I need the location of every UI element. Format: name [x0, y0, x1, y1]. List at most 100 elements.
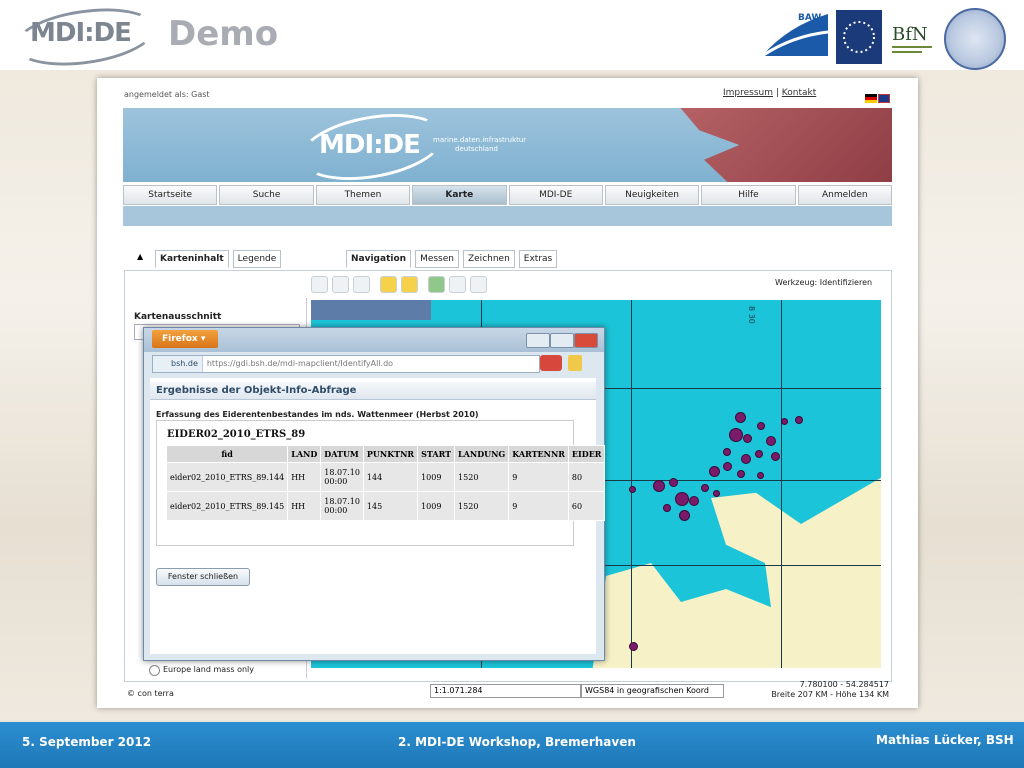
sub-nav-bar [123, 206, 892, 226]
tab-legende[interactable]: Legende [232, 250, 282, 268]
result-box: EIDER02_2010_ETRS_89 fid LAND DATUM PUNK… [156, 420, 606, 546]
popup-titlebar: Firefox ▾ [144, 328, 604, 352]
cell: 145 [362, 491, 419, 521]
nav-startseite[interactable]: Startseite [123, 185, 218, 205]
lightning-icon[interactable] [401, 276, 418, 293]
partner-logos: BAW BfN [758, 6, 1016, 70]
cell: 18.07.10 00:00 [320, 462, 364, 492]
minimize-icon[interactable] [526, 333, 550, 348]
tab-messen[interactable]: Messen [415, 250, 459, 268]
bfn-logo: BfN [892, 24, 932, 53]
tab-karteninhalt[interactable]: Karteninhalt [155, 250, 229, 268]
next-extent-icon[interactable] [470, 276, 487, 293]
bsh-logo [836, 10, 882, 64]
cell: 1520 [454, 491, 510, 521]
layer-subtitle: Erfassung des Eiderentenbestandes im nds… [156, 410, 479, 419]
col-datum: DATUM [320, 445, 364, 463]
nav-hilfe[interactable]: Hilfe [701, 185, 796, 205]
col-punktnr: PUNKTNR [362, 445, 419, 463]
scale-select[interactable]: 1:1.071.284 [430, 684, 581, 698]
globe-icon[interactable] [428, 276, 445, 293]
german-flag-icon[interactable] [865, 94, 877, 103]
url-bar[interactable]: bsh.de https://gdi.bsh.de/mdi-mapclient/I… [152, 355, 540, 373]
cell: eider02_2010_ETRS_89.145 [165, 491, 289, 521]
kartenausschnitt-label: Kartenausschnitt [134, 312, 222, 322]
pan-hand-icon[interactable] [353, 276, 370, 293]
popup-content: Ergebnisse der Objekt-Info-Abfrage Erfas… [150, 378, 606, 654]
tab-zeichnen[interactable]: Zeichnen [462, 250, 515, 268]
result-heading: Ergebnisse der Objekt-Info-Abfrage [150, 382, 596, 400]
close-window-button[interactable]: Fenster schließen [156, 568, 250, 586]
firefox-menu-label: Firefox [162, 334, 198, 344]
identify-popup-window: Firefox ▾ bsh.de https://gdi.bsh.de/mdi-m… [143, 327, 606, 661]
tab-extras[interactable]: Extras [518, 250, 558, 268]
folder-icon[interactable] [568, 355, 582, 371]
europe-radio[interactable] [149, 665, 160, 676]
nav-anmelden[interactable]: Anmelden [797, 185, 892, 205]
map-coast-top-left [311, 300, 431, 320]
cell: 1009 [417, 491, 456, 521]
collapse-icon[interactable]: ▲ [137, 252, 143, 261]
nav-karte[interactable]: Karte [412, 185, 507, 205]
col-fid: fid [165, 445, 289, 463]
col-eider: EIDER [567, 445, 606, 463]
map-toolbar [311, 276, 487, 293]
nav-neuigkeiten[interactable]: Neuigkeiten [604, 185, 700, 205]
close-icon[interactable] [574, 333, 598, 348]
active-tool-label: Werkzeug: Identifizieren [775, 278, 873, 287]
cell: 80 [567, 462, 606, 492]
cell: 144 [362, 462, 419, 492]
banner-subtitle-line1: marine.daten.infrastruktur [433, 136, 527, 144]
banner-subtitle-line2: deutschland [455, 145, 498, 153]
impressum-link[interactable]: Impressum [723, 88, 773, 98]
uk-flag-icon[interactable] [878, 94, 890, 103]
tool-tabs: Navigation Messen Zeichnen Extras [346, 250, 558, 268]
col-start: START [417, 445, 456, 463]
site-identity[interactable]: bsh.de [153, 356, 203, 372]
main-nav: Startseite Suche Themen Karte MDI-DE Neu… [123, 185, 892, 205]
col-landung: LANDUNG [454, 445, 510, 463]
col-land: LAND [287, 445, 322, 463]
kontakt-link[interactable]: Kontakt [782, 88, 816, 98]
url-text[interactable]: https://gdi.bsh.de/mdi-mapclient/Identif… [203, 359, 393, 368]
footer-date: 5. September 2012 [22, 735, 152, 749]
table-name: EIDER02_2010_ETRS_89 [167, 429, 306, 440]
europe-option-label: Europe land mass only [163, 665, 254, 674]
info-icon[interactable] [380, 276, 397, 293]
extent-values: Breite 207 KM - Höhe 134 KM [771, 690, 889, 699]
banner-logo: MDI:DE [319, 130, 421, 160]
top-links: Impressum | Kontakt [723, 88, 817, 98]
language-flags [865, 88, 891, 107]
map-land [591, 472, 881, 668]
table-row: eider02_2010_ETRS_89.145 HH 18.07.10 00:… [165, 491, 606, 521]
cell: 18.07.10 00:00 [320, 491, 364, 521]
coordinate-values: 7.780100 - 54.284517 [799, 680, 889, 689]
cell: 1520 [454, 462, 510, 492]
footer-author: Mathias Lücker, BSH [876, 733, 1014, 747]
cell: 60 [567, 491, 606, 521]
nav-mdi-de[interactable]: MDI-DE [508, 185, 603, 205]
cell: 9 [508, 462, 569, 492]
firefox-menu-button[interactable]: Firefox ▾ [152, 330, 218, 348]
copyright: © con terra [127, 689, 174, 698]
cell: HH [287, 462, 322, 492]
maximize-icon[interactable] [550, 333, 574, 348]
nav-themen[interactable]: Themen [315, 185, 411, 205]
nav-suche[interactable]: Suche [219, 185, 314, 205]
left-panel-tabs: Karteninhalt Legende [155, 250, 282, 268]
university-seal-logo [944, 8, 1006, 70]
zoom-out-icon[interactable] [332, 276, 349, 293]
adblock-icon[interactable] [540, 355, 562, 371]
cell: eider02_2010_ETRS_89.144 [165, 462, 289, 492]
slide-title: Demo [168, 14, 279, 54]
mdi-de-logo: MDI:DE [10, 0, 160, 74]
slide-footer: 5. September 2012 2. MDI-DE Workshop, Br… [0, 722, 1024, 768]
table-row: eider02_2010_ETRS_89.144 HH 18.07.10 00:… [165, 462, 606, 492]
col-kartennr: KARTENNR [508, 445, 569, 463]
cell: HH [287, 491, 322, 521]
tab-navigation[interactable]: Navigation [346, 250, 412, 268]
projection-select[interactable]: WGS84 in geografischen Koord [581, 684, 724, 698]
zoom-in-icon[interactable] [311, 276, 328, 293]
banner-map-graphic [680, 108, 892, 182]
previous-extent-icon[interactable] [449, 276, 466, 293]
